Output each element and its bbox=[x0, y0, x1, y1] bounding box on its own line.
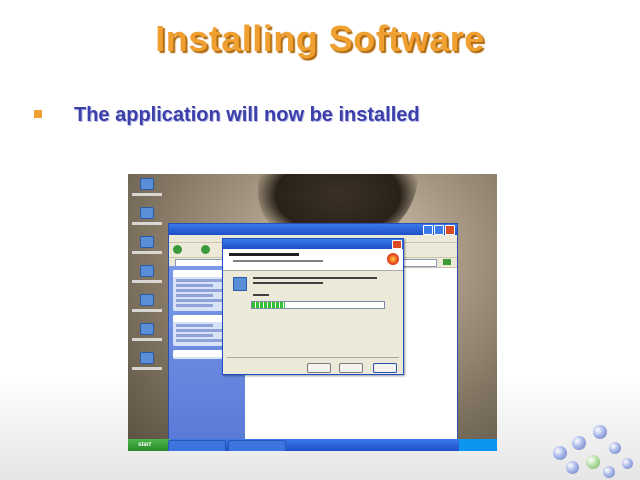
decor-dot-icon bbox=[553, 446, 567, 460]
installer-progress-fill bbox=[252, 302, 285, 308]
decor-dot-icon bbox=[622, 458, 633, 469]
back-icon bbox=[173, 245, 182, 254]
bullet-text: The application will now be installed bbox=[74, 104, 420, 126]
installer-message bbox=[253, 277, 377, 279]
installer-logo-icon bbox=[387, 253, 399, 265]
close-icon bbox=[445, 225, 455, 235]
desktop-icons bbox=[132, 178, 162, 381]
desktop-icon bbox=[132, 207, 162, 233]
installer-dialog bbox=[222, 238, 404, 375]
cancel-button bbox=[373, 363, 397, 373]
installer-status bbox=[253, 294, 269, 296]
minimize-icon bbox=[423, 225, 433, 235]
installer-titlebar bbox=[223, 239, 403, 249]
desktop-screenshot: start bbox=[128, 174, 497, 451]
desktop-icon bbox=[132, 178, 162, 204]
next-button bbox=[339, 363, 363, 373]
decor-dot-icon bbox=[586, 455, 600, 469]
decor-dot-icon bbox=[603, 466, 615, 478]
desktop-icon bbox=[132, 236, 162, 262]
window-buttons bbox=[422, 225, 455, 240]
forward-icon bbox=[201, 245, 210, 254]
decor-dot-icon bbox=[593, 425, 607, 439]
installer-header bbox=[223, 249, 403, 271]
desktop-icon bbox=[132, 294, 162, 320]
taskbar: start bbox=[128, 439, 497, 451]
desktop-icon bbox=[132, 265, 162, 291]
installer-message bbox=[253, 282, 323, 284]
desktop-icon bbox=[132, 352, 162, 378]
system-tray bbox=[459, 439, 497, 451]
back-button bbox=[307, 363, 331, 373]
slide-title: Installing Software bbox=[155, 18, 485, 59]
bullet-square-icon bbox=[34, 110, 42, 118]
taskbar-item bbox=[228, 440, 286, 451]
installer-close-icon bbox=[392, 240, 402, 249]
decor-dot-icon bbox=[566, 461, 579, 474]
installer-package-icon bbox=[233, 277, 247, 291]
maximize-icon bbox=[434, 225, 444, 235]
explorer-titlebar bbox=[169, 224, 457, 235]
go-icon bbox=[443, 259, 451, 265]
installer-progress-bar bbox=[251, 301, 385, 309]
desktop-icon bbox=[132, 323, 162, 349]
decor-dot-icon bbox=[572, 436, 586, 450]
decor-dot-icon bbox=[609, 442, 621, 454]
taskbar-item bbox=[168, 440, 226, 451]
